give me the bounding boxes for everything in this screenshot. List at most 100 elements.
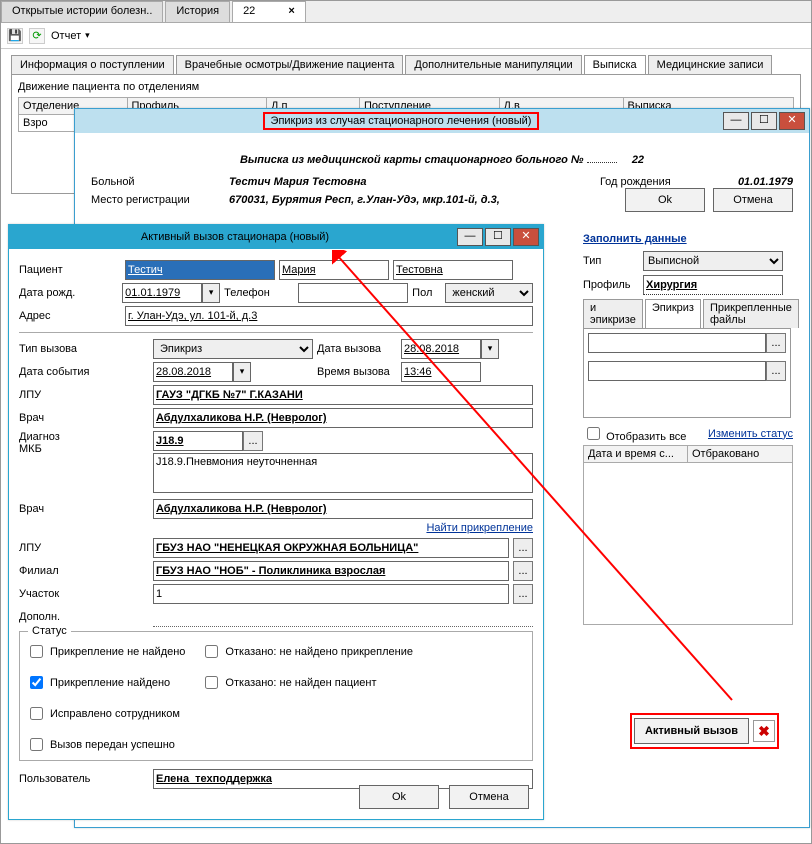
input-calltime[interactable] <box>401 362 481 382</box>
input-doctor[interactable] <box>153 408 533 428</box>
input-lpu2[interactable] <box>153 538 509 558</box>
refresh-icon[interactable]: ⟳ <box>29 28 45 44</box>
input-birth[interactable] <box>122 283 202 303</box>
epicrisis-body: Выписка из медицинской карты стационарно… <box>75 133 809 222</box>
minimize-button[interactable]: — <box>457 228 483 246</box>
checkbox-show-all[interactable]: Отобразить все <box>583 424 686 443</box>
fill-data-link[interactable]: Заполнить данные <box>583 233 793 245</box>
minimize-button[interactable]: — <box>723 112 749 130</box>
input-extra[interactable] <box>153 607 533 627</box>
tab-label: Врачебные осмотры/Движение пациента <box>185 59 395 71</box>
epicrisis-right-panel: Заполнить данные Тип Выписной Профиль и … <box>583 233 793 625</box>
checkbox-st6[interactable]: Отказано: не найден пациент <box>201 673 413 692</box>
input-firstname[interactable] <box>279 260 389 280</box>
input-panel-2[interactable] <box>588 361 766 381</box>
input-mkb[interactable] <box>153 431 243 451</box>
tab-examinations[interactable]: Врачебные осмотры/Движение пациента <box>176 55 404 74</box>
dots-button[interactable]: ... <box>513 538 533 558</box>
close-button[interactable]: ✕ <box>513 228 539 246</box>
input-profile[interactable] <box>643 275 783 295</box>
col-datetime[interactable]: Дата и время с... <box>584 446 688 462</box>
select-sex[interactable]: женский <box>445 283 533 303</box>
tab-label: 22 <box>243 5 255 17</box>
ok-button[interactable]: Ok <box>625 188 705 212</box>
window-title: Эпикриз из случая стационарного лечения … <box>263 112 540 130</box>
cancel-button[interactable]: Отмена <box>713 188 793 212</box>
chevron-down-icon: ▾ <box>85 30 90 41</box>
datepicker-birth[interactable]: ▾ <box>122 283 220 303</box>
label-doctor2: Врач <box>19 503 149 515</box>
tab-open-histories[interactable]: Открытые истории болезн.. <box>1 1 163 22</box>
tab-medical-records[interactable]: Медицинские записи <box>648 55 773 74</box>
find-attachment-link[interactable]: Найти прикрепление <box>19 522 533 534</box>
checkbox-st3[interactable]: Исправлено сотрудником <box>26 704 185 723</box>
filter-row: Отобразить все Изменить статус <box>583 424 793 443</box>
input-address[interactable] <box>125 306 533 326</box>
tab-extra-manipulations[interactable]: Дополнительные манипуляции <box>405 55 581 74</box>
status-box: Статус Прикрепление не найдено Прикрепле… <box>19 631 533 761</box>
dots-button[interactable]: ... <box>513 584 533 604</box>
tab-22[interactable]: 22 × <box>232 1 306 22</box>
input-lpu[interactable] <box>153 385 533 405</box>
close-button[interactable]: ✕ <box>779 112 805 130</box>
chevron-down-icon[interactable]: ▾ <box>233 362 251 382</box>
dots-button[interactable]: ... <box>513 561 533 581</box>
chevron-down-icon[interactable]: ▾ <box>202 283 220 303</box>
tab-attached-files[interactable]: Прикрепленные файлы <box>703 299 799 328</box>
active-call-button[interactable]: Активный вызов <box>634 718 749 744</box>
input-doctor2[interactable] <box>153 499 533 519</box>
input-panel-1[interactable] <box>588 333 766 353</box>
datepicker-calldate[interactable]: ▾ <box>401 339 499 359</box>
checkbox-st5[interactable]: Отказано: не найдено прикрепление <box>201 642 413 661</box>
inner-panel-1: ... ... <box>583 328 791 418</box>
excerpt-number: 22 <box>632 154 644 166</box>
dots-button[interactable]: ... <box>766 361 786 381</box>
change-status-link[interactable]: Изменить статус <box>708 428 793 440</box>
input-surname[interactable] <box>125 260 275 280</box>
label-registration: Место регистрации <box>91 194 221 206</box>
label-birthyear: Год рождения <box>600 176 730 188</box>
checkbox-st4[interactable]: Вызов передан успешно <box>26 735 185 754</box>
maximize-button[interactable]: ☐ <box>751 112 777 130</box>
label-type: Тип <box>583 255 643 267</box>
value-birthyear: 01.01.1979 <box>738 176 793 188</box>
label-profile: Профиль <box>583 279 643 291</box>
label-area: Участок <box>19 588 149 600</box>
datepicker-eventdate[interactable]: ▾ <box>153 362 251 382</box>
tab-admission-info[interactable]: Информация о поступлении <box>11 55 174 74</box>
cancel-button[interactable]: Отмена <box>449 785 529 809</box>
col-rejected[interactable]: Отбраковано <box>688 446 792 462</box>
input-calldate[interactable] <box>401 339 481 359</box>
input-eventdate[interactable] <box>153 362 233 382</box>
label-doctor: Врач <box>19 412 149 424</box>
select-type[interactable]: Выписной <box>643 251 783 271</box>
checkbox-st1[interactable]: Прикрепление не найдено <box>26 642 185 661</box>
titlebar[interactable]: Эпикриз из случая стационарного лечения … <box>75 109 809 133</box>
checkbox-st2[interactable]: Прикрепление найдено <box>26 673 185 692</box>
tab-epicrisis[interactable]: Эпикриз <box>645 299 701 328</box>
chevron-down-icon[interactable]: ▾ <box>481 339 499 359</box>
window-active-call: Активный вызов стационара (новый) — ☐ ✕ … <box>8 224 544 820</box>
save-icon[interactable]: 💾 <box>7 28 23 44</box>
titlebar[interactable]: Активный вызов стационара (новый) — ☐ ✕ <box>9 225 543 249</box>
dots-button[interactable]: ... <box>243 431 263 451</box>
report-dropdown[interactable]: Отчет ▾ <box>51 30 90 42</box>
tab-i-epicrisis[interactable]: и эпикризе <box>583 299 643 328</box>
select-calltype[interactable]: Эпикриз <box>153 339 313 359</box>
tab-history[interactable]: История <box>165 1 230 22</box>
maximize-button[interactable]: ☐ <box>485 228 511 246</box>
input-patronymic[interactable] <box>393 260 513 280</box>
value-patient: Тестич Мария Тестовна <box>229 176 366 188</box>
textarea-mkb-text[interactable]: J18.9.Пневмония неуточненная <box>153 453 533 493</box>
input-area[interactable] <box>153 584 509 604</box>
status-title: Статус <box>28 625 71 637</box>
delete-icon[interactable]: ✖ <box>753 720 775 742</box>
value-registration: 670031, Бурятия Респ, г.Улан-Удэ, мкр.10… <box>229 194 500 206</box>
input-branch[interactable] <box>153 561 509 581</box>
status-grid[interactable]: Дата и время с... Отбраковано <box>583 445 793 625</box>
ok-button[interactable]: Ok <box>359 785 439 809</box>
dots-button[interactable]: ... <box>766 333 786 353</box>
tab-discharge[interactable]: Выписка <box>584 55 646 74</box>
close-icon[interactable]: × <box>288 5 294 17</box>
input-phone[interactable] <box>298 283 408 303</box>
